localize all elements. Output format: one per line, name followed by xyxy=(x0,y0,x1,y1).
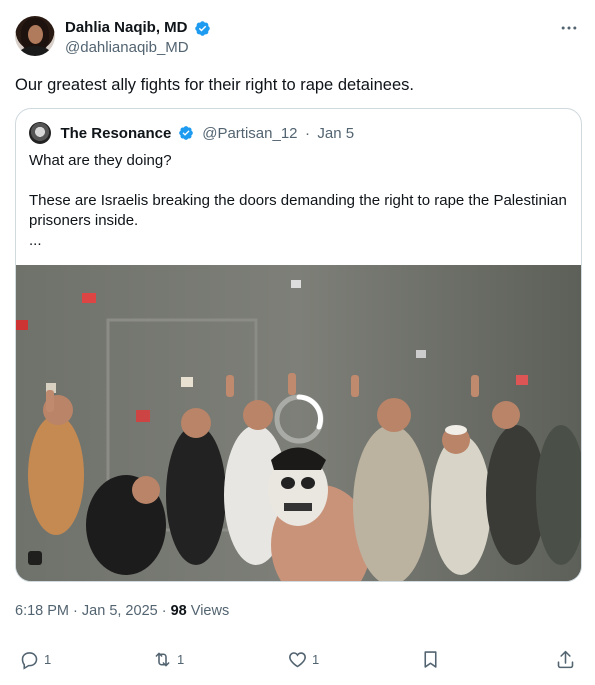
views-count: 98 xyxy=(170,603,187,619)
tweet-text: Our greatest ally fights for their right… xyxy=(15,76,414,94)
video-control-icon[interactable] xyxy=(28,551,42,565)
author-display-name[interactable]: Dahlia Naqib, MD xyxy=(65,19,188,37)
verified-badge-icon xyxy=(195,20,210,36)
quoted-date[interactable]: Jan 5 xyxy=(317,125,354,142)
heart-icon xyxy=(289,652,306,668)
reply-icon xyxy=(21,652,38,670)
reply-count: 1 xyxy=(44,651,52,667)
action-bar: 1 1 1 xyxy=(15,648,580,678)
tweet-date[interactable]: Jan 5, 2025 xyxy=(82,603,158,619)
share-icon xyxy=(557,650,574,669)
quoted-text-line1: What are they doing? xyxy=(29,152,172,169)
separator-dot: · xyxy=(161,603,167,619)
bookmark-icon xyxy=(424,651,437,668)
reply-button[interactable]: 1 xyxy=(19,648,51,670)
tweet-meta: 6:18 PM · Jan 5, 2025 · 98 Views xyxy=(15,603,229,619)
views-label: Views xyxy=(190,603,230,619)
author-handle[interactable]: @dahlianaqib_MD xyxy=(65,38,211,58)
share-button[interactable] xyxy=(555,648,576,670)
like-button[interactable]: 1 xyxy=(287,648,319,670)
repost-count: 1 xyxy=(177,651,185,667)
verified-badge-icon xyxy=(178,126,193,140)
quoted-tweet[interactable]: The Resonance @Partisan_12 · Jan 5 What … xyxy=(15,108,582,582)
quoted-display-name[interactable]: The Resonance xyxy=(60,125,171,142)
quoted-text-ellipsis: ... xyxy=(29,232,42,249)
more-horizontal-icon[interactable] xyxy=(559,18,579,38)
separator-dot: · xyxy=(304,124,310,142)
repost-icon xyxy=(155,652,170,667)
repost-button[interactable]: 1 xyxy=(152,648,184,670)
quoted-avatar[interactable] xyxy=(29,122,51,144)
loading-spinner-icon xyxy=(274,394,324,444)
like-count: 1 xyxy=(312,651,320,667)
quoted-text-line2: These are Israelis breaking the doors de… xyxy=(29,192,567,229)
separator-dot: · xyxy=(73,603,78,619)
avatar[interactable] xyxy=(15,16,55,56)
tweet: Dahlia Naqib, MD @dahlianaqib_MD Our gre… xyxy=(0,0,595,685)
quoted-tweet-header: The Resonance @Partisan_12 · Jan 5 xyxy=(29,122,354,144)
author-block: Dahlia Naqib, MD @dahlianaqib_MD xyxy=(65,19,211,58)
video-player[interactable] xyxy=(16,265,581,581)
tweet-header: Dahlia Naqib, MD @dahlianaqib_MD xyxy=(15,16,585,58)
bookmark-button[interactable] xyxy=(420,648,441,670)
quoted-handle: @Partisan_12 xyxy=(202,124,298,142)
tweet-time[interactable]: 6:18 PM xyxy=(15,603,69,619)
